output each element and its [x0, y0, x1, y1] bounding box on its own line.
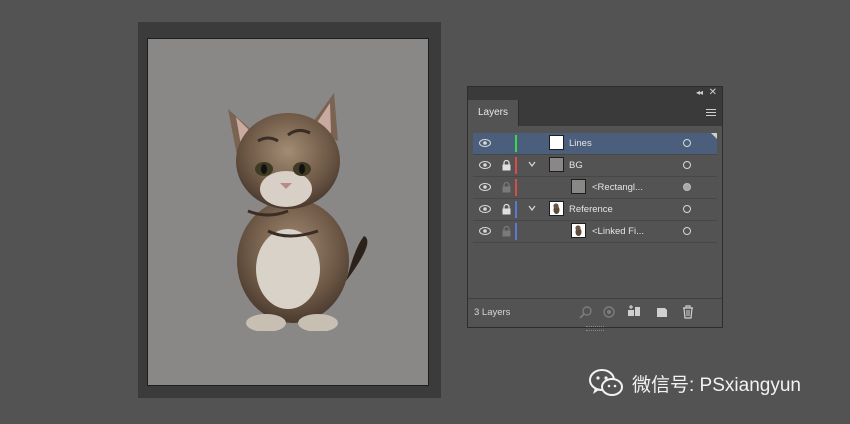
layer-thumbnail: [549, 135, 564, 150]
collapse-panel-icon[interactable]: ◂◂: [696, 88, 703, 98]
wechat-logo-icon: [589, 369, 623, 396]
lock-dim-icon[interactable]: [502, 181, 511, 193]
layer-name[interactable]: <Rectangl...: [592, 182, 643, 193]
selection-indicator-icon: [711, 133, 717, 139]
layer-color-bar: [515, 135, 517, 152]
layers-panel: ◂◂ ✕ Layers Lines BG <Rectangl... Refere…: [467, 86, 723, 331]
visibility-eye-icon[interactable]: [479, 139, 491, 147]
layer-row-bg[interactable]: BG: [473, 155, 717, 177]
locate-object-icon[interactable]: [579, 305, 593, 319]
target-circle-icon[interactable]: [683, 227, 691, 235]
visibility-eye-icon[interactable]: [479, 205, 491, 213]
lock-dim-icon[interactable]: [502, 225, 511, 237]
layer-count: 3 Layers: [474, 307, 511, 318]
close-icon[interactable]: ✕: [709, 87, 717, 99]
layer-thumbnail: [571, 179, 586, 194]
artboard-frame: [138, 22, 441, 398]
artboard[interactable]: [147, 38, 429, 386]
panel-footer: 3 Layers: [468, 298, 722, 327]
layer-row-lines[interactable]: Lines: [473, 133, 717, 155]
layer-name[interactable]: <Linked Fi...: [592, 226, 644, 237]
target-circle-icon[interactable]: [683, 183, 691, 191]
chevron-down-icon[interactable]: [528, 160, 536, 168]
layers-list: Lines BG <Rectangl... Reference <Linked …: [473, 133, 717, 243]
create-new-layer-icon[interactable]: [655, 305, 669, 319]
chevron-down-icon[interactable]: [528, 204, 536, 212]
target-circle-icon[interactable]: [683, 161, 691, 169]
layer-color-bar: [515, 201, 517, 218]
layer-color-bar: [515, 157, 517, 174]
lock-icon[interactable]: [502, 203, 511, 215]
layer-name[interactable]: Lines: [569, 138, 592, 149]
visibility-eye-icon[interactable]: [479, 161, 491, 169]
delete-trash-icon[interactable]: [681, 305, 695, 319]
layer-name[interactable]: BG: [569, 160, 583, 171]
target-circle-icon[interactable]: [683, 205, 691, 213]
watermark-text: 微信号: PSxiangyun: [632, 375, 801, 396]
layer-thumbnail-kitten: [571, 223, 586, 238]
target-circle-icon[interactable]: [683, 139, 691, 147]
kitten-image[interactable]: [218, 91, 376, 331]
visibility-eye-icon[interactable]: [479, 227, 491, 235]
resize-grip-icon[interactable]: [586, 326, 604, 331]
visibility-eye-icon[interactable]: [479, 183, 491, 191]
tab-layers[interactable]: Layers: [468, 100, 520, 126]
make-clipping-mask-icon[interactable]: [602, 305, 616, 319]
lock-icon[interactable]: [502, 159, 511, 171]
layer-thumbnail-kitten: [549, 201, 564, 216]
panel-tab-bar: Layers: [468, 100, 722, 126]
panel-menu-icon[interactable]: [706, 109, 716, 118]
layer-thumbnail: [549, 157, 564, 172]
layer-name[interactable]: Reference: [569, 204, 613, 215]
panel-title-bar[interactable]: ◂◂ ✕: [468, 87, 722, 100]
layer-color-bar: [515, 223, 517, 240]
create-sublayer-icon[interactable]: [627, 305, 641, 319]
layer-row-reference[interactable]: Reference: [473, 199, 717, 221]
layer-color-bar: [515, 179, 517, 196]
layer-row-linked-file[interactable]: <Linked Fi...: [473, 221, 717, 243]
layer-row-rectangle[interactable]: <Rectangl...: [473, 177, 717, 199]
